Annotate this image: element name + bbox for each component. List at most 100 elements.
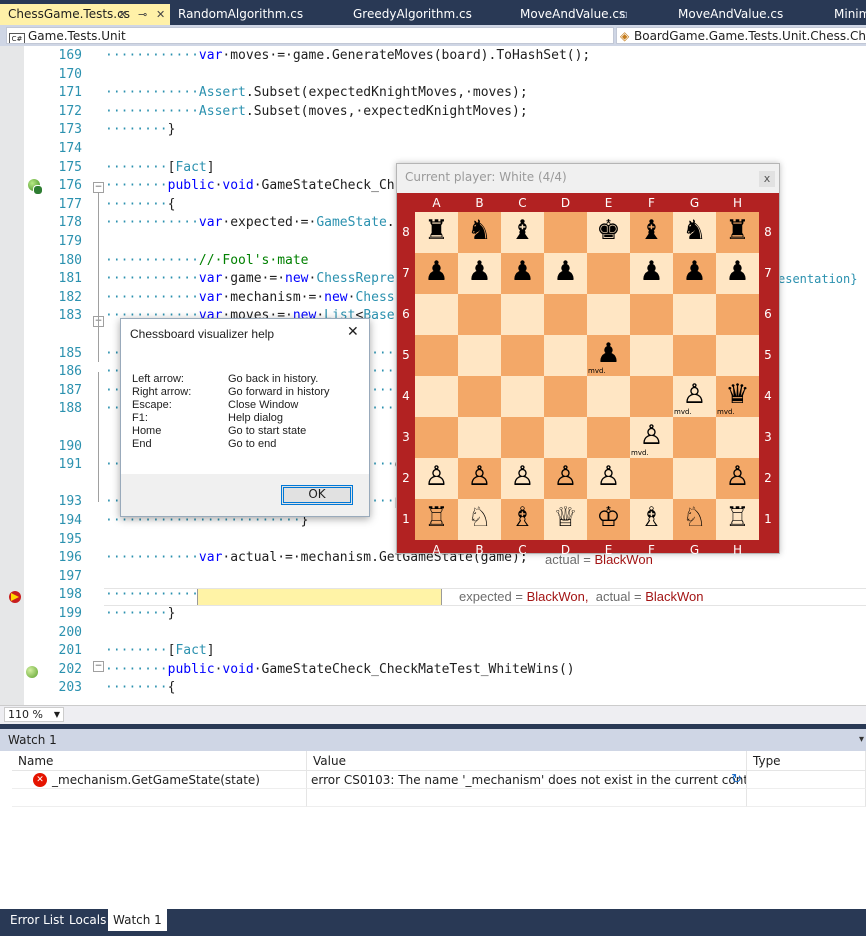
square-g6[interactable] [673, 294, 716, 335]
square-c8[interactable]: ♝ [501, 212, 544, 253]
watch-empty-row-type[interactable] [747, 789, 866, 807]
watch-row-value[interactable]: error CS0103: The name '_mechanism' does… [307, 771, 747, 789]
chessboard[interactable]: A A B B C C D D E E F F G G H H 8 8 7 7 6 6 5 5 4 4 3 3 2 2 1 1 ♜ ♞ ♝ ♚ ♝ ♞ ♜ ♟… [397, 193, 779, 557]
zoom-combo[interactable]: 110 % ▼ [4, 707, 64, 722]
code-line[interactable]: 197 [0, 568, 866, 587]
code-line[interactable]: 202 ········public·void·GameStateCheck_Ch… [0, 661, 866, 680]
square-d7[interactable]: ♟ [544, 253, 587, 294]
square-e4[interactable] [587, 376, 630, 417]
square-d5[interactable] [544, 335, 587, 376]
tab-error-list[interactable]: Error List [5, 909, 69, 931]
square-h3[interactable] [716, 417, 759, 458]
square-b2[interactable]: ♙ [458, 458, 501, 499]
square-g2[interactable] [673, 458, 716, 499]
square-f2[interactable] [630, 458, 673, 499]
square-h5[interactable] [716, 335, 759, 376]
square-e2[interactable]: ♙ [587, 458, 630, 499]
square-d2[interactable]: ♙ [544, 458, 587, 499]
square-a6[interactable] [415, 294, 458, 335]
close-icon[interactable]: ✕ [118, 4, 127, 25]
column-header-type[interactable]: Type [747, 751, 866, 771]
test-passed-icon-2[interactable] [26, 666, 38, 678]
square-a5[interactable] [415, 335, 458, 376]
square-h8[interactable]: ♜ [716, 212, 759, 253]
square-f6[interactable] [630, 294, 673, 335]
column-header-name[interactable]: Name [12, 751, 307, 771]
square-e5[interactable]: ♟ mvd. [587, 335, 630, 376]
code-line[interactable]: 173 ········} [0, 121, 866, 140]
square-d4[interactable] [544, 376, 587, 417]
square-c7[interactable]: ♟ [501, 253, 544, 294]
square-c6[interactable] [501, 294, 544, 335]
square-e6[interactable] [587, 294, 630, 335]
square-e3[interactable] [587, 417, 630, 458]
code-line[interactable]: 199 ········} [0, 605, 866, 624]
code-line[interactable]: 171 ············Assert.Subset(expectedKni… [0, 84, 866, 103]
watch-row-name[interactable]: ✕ _mechanism.GetGameState(state) [12, 771, 307, 789]
code-line[interactable]: 174 [0, 140, 866, 159]
square-d1[interactable]: ♕ [544, 499, 587, 540]
square-f8[interactable]: ♝ [630, 212, 673, 253]
square-f5[interactable] [630, 335, 673, 376]
square-h4[interactable]: ♛ mvd. [716, 376, 759, 417]
square-c5[interactable] [501, 335, 544, 376]
code-line[interactable]: 203 ········{ [0, 679, 866, 698]
square-e7[interactable] [587, 253, 630, 294]
square-a2[interactable]: ♙ [415, 458, 458, 499]
square-a8[interactable]: ♜ [415, 212, 458, 253]
square-h7[interactable]: ♟ [716, 253, 759, 294]
watch-grid[interactable]: Name Value Type ✕ _mechanism.GetGameStat… [0, 751, 866, 909]
code-line[interactable]: 169 ············var·moves·=·game.Generate… [0, 47, 866, 66]
square-f1[interactable]: ♗ [630, 499, 673, 540]
close-tab-icon[interactable]: ✕ [156, 4, 165, 25]
square-f3[interactable]: ♙ mvd. [630, 417, 673, 458]
square-b7[interactable]: ♟ [458, 253, 501, 294]
tab-moveandvalue-2[interactable]: MoveAndValue.cs [670, 4, 830, 25]
chessboard-visualizer-window[interactable]: Current player: White (4/4) x A A B B C C D D E E… [396, 163, 780, 557]
square-a3[interactable] [415, 417, 458, 458]
square-e1[interactable]: ♔ [587, 499, 630, 540]
type-combo[interactable]: ◈ BoardGame.Game.Tests.Unit.Chess.ChessGa [616, 27, 866, 44]
square-b1[interactable]: ♘ [458, 499, 501, 540]
square-c4[interactable] [501, 376, 544, 417]
square-a1[interactable]: ♖ [415, 499, 458, 540]
square-g8[interactable]: ♞ [673, 212, 716, 253]
tab-moveandvalue-1[interactable]: MoveAndValue.cs ▫ [512, 4, 672, 25]
square-g4[interactable]: ♙ mvd. [673, 376, 716, 417]
refresh-icon[interactable]: ↻ [731, 771, 742, 788]
watch-empty-row-name[interactable] [12, 789, 307, 807]
square-d6[interactable] [544, 294, 587, 335]
square-g7[interactable]: ♟ [673, 253, 716, 294]
project-combo[interactable]: C# Game.Tests.Unit [6, 27, 614, 44]
square-a7[interactable]: ♟ [415, 253, 458, 294]
square-g1[interactable]: ♘ [673, 499, 716, 540]
column-header-value[interactable]: Value [307, 751, 747, 771]
square-b3[interactable] [458, 417, 501, 458]
square-d3[interactable] [544, 417, 587, 458]
square-e8[interactable]: ♚ [587, 212, 630, 253]
chevron-down-icon[interactable]: ▾ [859, 729, 864, 751]
square-d8[interactable] [544, 212, 587, 253]
tab-greedyalgorithm[interactable]: GreedyAlgorithm.cs [345, 4, 515, 25]
tab-locals[interactable]: Locals [64, 909, 111, 931]
watch-empty-row-value[interactable] [307, 789, 747, 807]
square-b8[interactable]: ♞ [458, 212, 501, 253]
code-line[interactable]: 201 ········[Fact] [0, 642, 866, 661]
code-line[interactable]: 200 [0, 624, 866, 643]
datatip-equal[interactable]: expected = BlackWon, actual = BlackWon [459, 588, 704, 607]
code-line[interactable]: 170 [0, 66, 866, 85]
tab-chessgame-tests[interactable]: ChessGame.Tests.cs ✕ ⊸ ✕ [0, 4, 170, 25]
square-a4[interactable] [415, 376, 458, 417]
tab-randomalgorithm[interactable]: RandomAlgorithm.cs [170, 4, 340, 25]
tab-watch-1[interactable]: Watch 1 [108, 909, 167, 931]
close-icon[interactable]: x [759, 171, 775, 187]
fold-toggle-202[interactable]: − [93, 661, 104, 672]
square-h1[interactable]: ♖ [716, 499, 759, 540]
square-f7[interactable]: ♟ [630, 253, 673, 294]
close-icon[interactable]: ✕ [347, 324, 359, 338]
square-b5[interactable] [458, 335, 501, 376]
pin-icon[interactable]: ⊸ [138, 4, 147, 25]
square-g5[interactable] [673, 335, 716, 376]
ok-button[interactable]: OK [281, 485, 353, 505]
square-b4[interactable] [458, 376, 501, 417]
